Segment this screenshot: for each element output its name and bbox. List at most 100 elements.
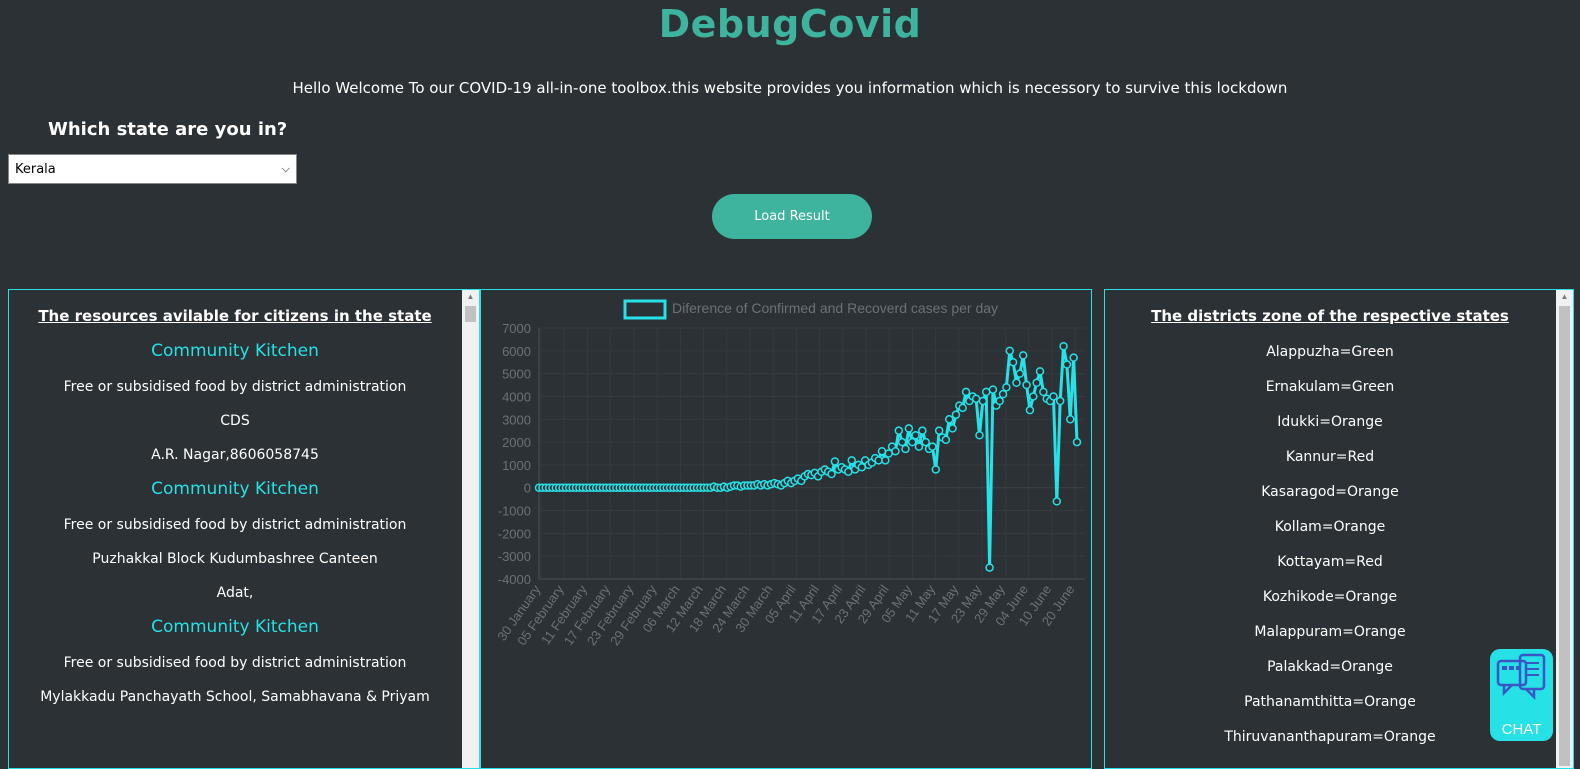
data-point	[1012, 378, 1021, 388]
data-point	[844, 467, 853, 477]
data-point	[827, 469, 836, 479]
districts-scrollbar[interactable]: ▲	[1556, 290, 1573, 768]
data-point	[877, 446, 887, 456]
y-tick-label: -4000	[498, 572, 531, 587]
data-point	[1029, 392, 1038, 401]
data-point	[1022, 380, 1031, 390]
district-zone-item: Thiruvananthapuram=Orange	[1224, 729, 1436, 745]
chart-panel: 7000 6000 5000 4000 3000 2000 1000 0 -1000 -2000 -…	[480, 289, 1092, 769]
data-point	[1062, 360, 1072, 369]
resources-scrollbar[interactable]: ▲	[462, 290, 479, 768]
state-select-value: Kerala	[15, 161, 56, 177]
data-point	[961, 387, 971, 397]
resource-title: Community Kitchen	[151, 479, 319, 499]
data-point	[1052, 497, 1062, 506]
data-point	[894, 426, 904, 435]
scroll-thumb[interactable]	[465, 306, 476, 322]
resources-panel: The resources avilable for citizens in t…	[8, 289, 480, 769]
data-point	[978, 396, 988, 406]
brand-title: DebugCovid	[658, 2, 922, 46]
data-point	[1049, 392, 1058, 401]
data-point	[985, 563, 994, 572]
data-point	[881, 456, 890, 465]
data-point	[1005, 346, 1014, 356]
chat-label: CHAT	[1501, 721, 1542, 738]
data-point	[1066, 415, 1075, 424]
district-zone-item: Kannur=Red	[1285, 449, 1375, 465]
chevron-down-icon: ⌵	[281, 162, 290, 175]
district-zone-item: Kozhikode=Orange	[1262, 589, 1398, 605]
district-zone-item: Idukki=Orange	[1277, 414, 1383, 430]
data-point	[928, 442, 937, 451]
data-point	[931, 465, 941, 474]
data-point	[1002, 383, 1011, 392]
data-point	[998, 389, 1008, 399]
scroll-up-icon[interactable]: ▲	[1556, 290, 1573, 304]
y-tick-label: 0	[524, 481, 531, 496]
resource-line: Free or subsidised food by district admi…	[63, 517, 407, 533]
data-point	[975, 430, 984, 440]
data-point	[1025, 405, 1035, 415]
resource-line: Adat,	[216, 585, 254, 601]
resource-title: Community Kitchen	[151, 617, 319, 637]
resource-line: Puzhakkal Block Kudumbashree Canteen	[92, 551, 378, 567]
data-point	[891, 446, 900, 456]
district-zone-item: Kottayam=Red	[1277, 554, 1383, 570]
load-result-button[interactable]: Load Result	[712, 194, 872, 239]
y-tick-label: 6000	[502, 344, 531, 359]
data-point	[921, 437, 930, 447]
district-zone-item: Kasaragod=Orange	[1261, 484, 1399, 500]
chat-button[interactable]: CHAT	[1490, 649, 1553, 741]
data-point	[948, 424, 957, 433]
resource-line: Mylakkadu Panchayath School, Samabhavana…	[40, 689, 430, 705]
data-point	[981, 387, 991, 397]
cases-chart: 7000 6000 5000 4000 3000 2000 1000 0 -1000 -2000 -…	[494, 299, 1085, 648]
data-point	[1032, 378, 1041, 388]
data-point	[1069, 353, 1078, 362]
data-point	[897, 437, 907, 447]
data-point	[884, 449, 893, 458]
state-question: Which state are you in?	[48, 119, 288, 140]
resources-content: The resources avilable for citizens in t…	[9, 290, 461, 705]
chart-legend: Diference of Confirmed and Recoverd case…	[672, 300, 998, 316]
data-point	[951, 410, 961, 419]
state-select[interactable]: Kerala ⌵	[8, 154, 297, 184]
data-point	[857, 462, 867, 472]
data-point	[971, 394, 981, 403]
data-point	[995, 396, 1004, 406]
y-tick-label: 3000	[502, 412, 531, 427]
data-point	[1015, 369, 1025, 378]
data-point	[941, 435, 951, 445]
scroll-thumb[interactable]	[1559, 306, 1570, 766]
y-tick-label: 5000	[502, 367, 531, 382]
district-zone-item: Pathanamthitta=Orange	[1244, 694, 1416, 710]
scroll-up-icon[interactable]: ▲	[462, 290, 479, 304]
data-point	[904, 424, 914, 433]
data-point	[830, 457, 840, 466]
data-point	[1072, 437, 1082, 447]
resource-line: A.R. Nagar,8606058745	[151, 447, 319, 463]
district-zone-item: Alappuzha=Green	[1266, 344, 1394, 360]
data-point	[1059, 342, 1068, 351]
data-point	[901, 444, 910, 454]
districts-content: The districts zone of the respective sta…	[1105, 290, 1555, 745]
data-point	[944, 415, 954, 424]
district-zone-item: Malappuram=Orange	[1254, 624, 1406, 640]
data-point	[1018, 351, 1028, 360]
y-tick-label: 1000	[502, 458, 531, 473]
district-zone-item: Kollam=Orange	[1274, 519, 1386, 535]
resource-line: CDS	[220, 413, 250, 429]
data-point	[958, 403, 967, 413]
data-point	[911, 430, 920, 440]
resources-panel-title: The resources avilable for citizens in t…	[38, 307, 432, 325]
resource-title: Community Kitchen	[151, 341, 319, 361]
data-point	[914, 442, 924, 451]
data-point	[1055, 396, 1065, 406]
y-tick-label: 7000	[502, 321, 531, 336]
data-point	[1039, 387, 1048, 397]
legend-swatch	[623, 299, 667, 320]
y-tick-label: -3000	[498, 549, 531, 564]
y-tick-label: -1000	[498, 504, 531, 519]
welcome-text: Hello Welcome To our COVID-19 all-in-one…	[292, 79, 1288, 97]
districts-panel-title: The districts zone of the respective sta…	[1151, 307, 1509, 325]
